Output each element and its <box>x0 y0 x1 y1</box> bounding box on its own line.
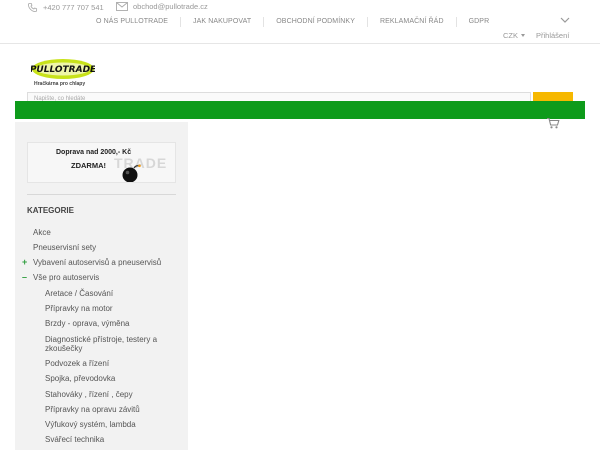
subcategory-pripravky-motor[interactable]: Přípravky na motor <box>45 304 113 314</box>
subcategory-svareci-technika[interactable]: Svářecí technika <box>45 435 104 445</box>
banner-shipping-text: Doprava nad 2000,- Kč <box>56 149 132 156</box>
category-vybaveni-autoservisu[interactable]: Vybavení autoservisů a pneuservisů <box>33 258 161 268</box>
subcategory-vyfukovy-system[interactable]: Výfukový systém, lambda <box>45 420 136 430</box>
green-overlay-bar <box>15 101 585 119</box>
caret-down-icon <box>521 34 525 37</box>
subcategory-aretace[interactable]: Aretace / Časování <box>45 289 113 299</box>
bomb-icon <box>122 164 141 182</box>
chevron-down-icon[interactable] <box>560 17 570 24</box>
phone-number: +420 777 707 541 <box>43 3 104 12</box>
subcategory-brzdy[interactable]: Brzdy - oprava, výměna <box>45 319 129 329</box>
free-shipping-banner[interactable]: TRADE Doprava nad 2000,- Kč ZDARMA! <box>27 142 176 183</box>
nav-terms[interactable]: OBCHODNÍ PODMÍNKY <box>264 17 368 27</box>
phone-contact[interactable]: +420 777 707 541 <box>27 2 104 13</box>
phone-icon <box>27 2 38 13</box>
nav-about[interactable]: O NÁS PULLOTRADE <box>84 17 182 27</box>
nav-gdpr[interactable]: GDPR <box>457 17 502 27</box>
mail-icon <box>116 2 128 11</box>
nav-complaints[interactable]: REKLAMAČNÍ ŘÁD <box>368 17 457 27</box>
categories-heading: KATEGORIE <box>27 206 74 215</box>
login-link[interactable]: Přihlášení <box>536 31 569 40</box>
email-contact[interactable]: obchod@pullotrade.cz <box>116 2 208 11</box>
category-vse-pro-autoservis[interactable]: Vše pro autoservis <box>33 273 99 283</box>
cart-icon[interactable] <box>546 117 560 129</box>
subcategory-stahovaky[interactable]: Stahováky , řízení , čepy <box>45 390 133 400</box>
subcategory-podvozek[interactable]: Podvozek a řízení <box>45 359 109 369</box>
subcategory-opravu-zavitu[interactable]: Přípravky na opravu závitů <box>45 405 140 415</box>
category-pneuservisni-sety[interactable]: Pneuservisní sety <box>33 243 96 253</box>
logo-tagline: Hračkárna pro chlapy <box>34 81 86 87</box>
banner-free-text: ZDARMA! <box>71 161 106 170</box>
collapse-minus-icon[interactable]: – <box>22 272 27 282</box>
sidebar-divider <box>27 194 176 195</box>
expand-plus-icon[interactable]: + <box>22 257 27 267</box>
top-navigation: O NÁS PULLOTRADE JAK NAKUPOVAT OBCHODNÍ … <box>84 17 501 27</box>
currency-selector[interactable]: CZK <box>503 31 525 40</box>
nav-how-to-buy[interactable]: JAK NAKUPOVAT <box>181 17 265 27</box>
subcategory-spojka[interactable]: Spojka, převodovka <box>45 374 115 384</box>
category-akce[interactable]: Akce <box>33 228 51 238</box>
currency-label: CZK <box>503 31 518 40</box>
email-address: obchod@pullotrade.cz <box>133 2 208 11</box>
top-bar: +420 777 707 541 obchod@pullotrade.cz O … <box>0 0 600 44</box>
subcategory-diagnosticke-pristroje[interactable]: Diagnostické přístroje, testery a zkouše… <box>45 335 180 353</box>
logo-brand-text: PULLOTRADE <box>31 65 95 75</box>
